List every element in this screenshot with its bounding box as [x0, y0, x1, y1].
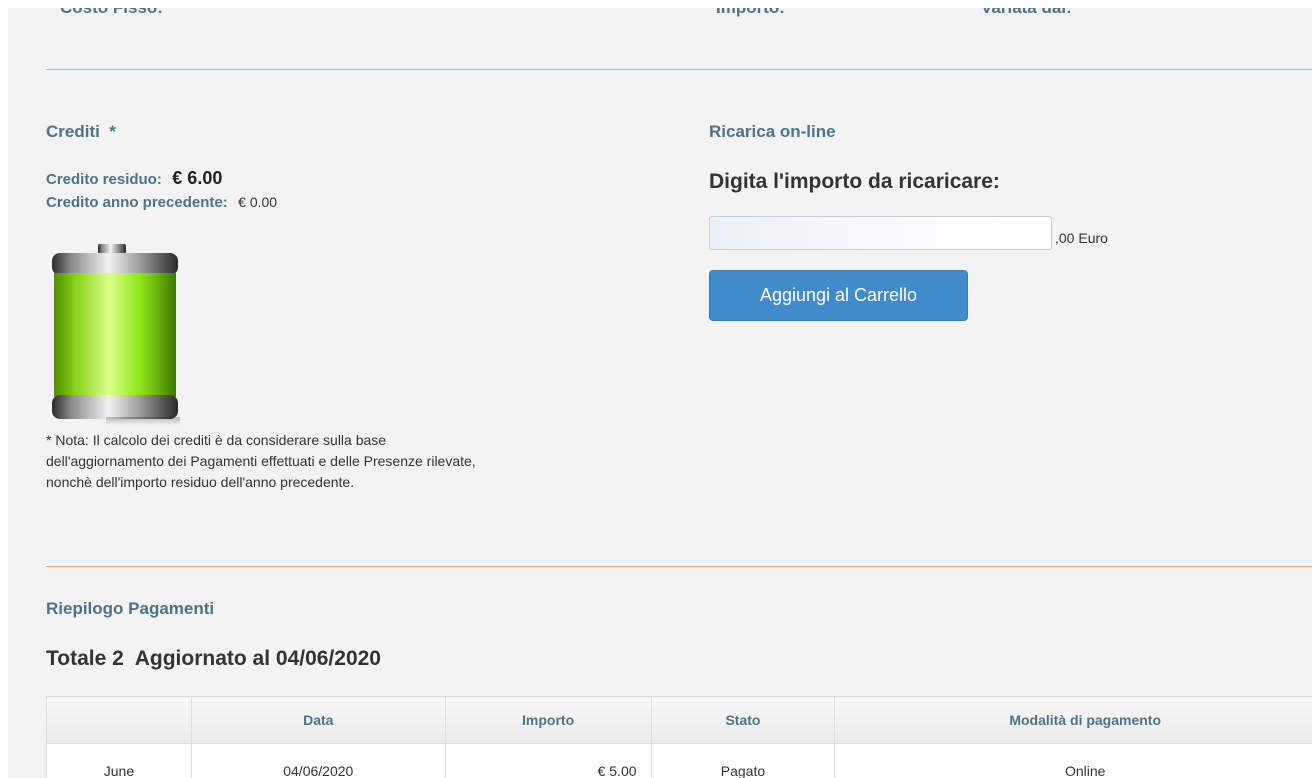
totale-heading: Totale 2 Aggiornato al 04/06/2020 [46, 647, 381, 670]
credito-residuo-value: € 6.00 [172, 168, 223, 188]
cell-stato: Pagato [650, 743, 836, 778]
credito-anno-precedente-row: Credito anno precedente: € 0.00 [46, 194, 277, 212]
col-header-importo[interactable]: Importo [444, 696, 652, 744]
ricarica-title: Ricarica on-line [709, 122, 836, 141]
credito-anno-precedente-label: Credito anno precedente: [46, 194, 228, 211]
crediti-nota: * Nota: Il calcolo dei crediti è da cons… [46, 432, 476, 490]
section-divider [46, 69, 1312, 70]
cell-mese: June [46, 743, 192, 778]
cell-data: 04/06/2020 [190, 743, 446, 778]
crediti-title: Crediti * [46, 122, 116, 141]
col-header-stato[interactable]: Stato [650, 696, 836, 744]
variata-dal-label: Variata dal: [981, 8, 1072, 18]
page-panel: Costo Fisso: Importo: Variata dal: Credi… [8, 8, 1312, 778]
credito-residuo-label: Credito residuo: [46, 171, 162, 188]
credito-residuo-row: Credito residuo: € 6.00 [46, 168, 222, 189]
cell-modalita: Online [834, 743, 1312, 778]
battery-full-icon [46, 241, 186, 431]
ricarica-prompt: Digita l'importo da ricaricare: [709, 170, 1000, 193]
costo-fisso-label: Costo Fisso: [60, 8, 163, 18]
section-divider [46, 566, 1312, 567]
importo-input[interactable] [709, 216, 1052, 250]
col-header-modalita[interactable]: Modalità di pagamento [834, 696, 1312, 744]
required-asterisk: * [109, 122, 116, 141]
table-header-row: Data Importo Stato Modalità di pagamento [46, 696, 1312, 744]
cell-importo: € 5.00 [444, 743, 652, 778]
payments-table: Data Importo Stato Modalità di pagamento… [46, 696, 1312, 778]
col-header-mese[interactable] [46, 696, 192, 744]
euro-suffix: ,00 Euro [1055, 230, 1108, 246]
importo-label: Importo: [716, 8, 785, 18]
table-row: June 04/06/2020 € 5.00 Pagato Online [46, 743, 1312, 778]
col-header-data[interactable]: Data [190, 696, 446, 744]
credito-anno-precedente-value: € 0.00 [238, 194, 278, 210]
add-to-cart-button[interactable]: Aggiungi al Carrello [709, 270, 968, 321]
riepilogo-title: Riepilogo Pagamenti [46, 599, 215, 618]
